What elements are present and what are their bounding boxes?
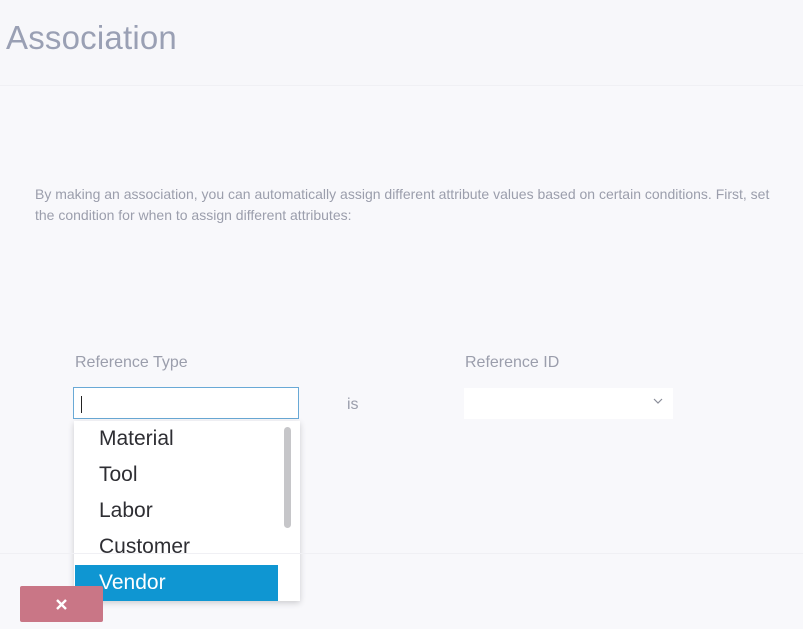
reference-type-dropdown[interactable]: Material Tool Labor Customer Vendor <box>74 421 300 601</box>
dropdown-option-labor[interactable]: Labor <box>75 493 278 529</box>
description-text: By making an association, you can automa… <box>35 186 770 223</box>
dropdown-option-customer[interactable]: Customer <box>75 529 278 565</box>
dropdown-option-vendor[interactable]: Vendor <box>75 565 278 601</box>
close-icon <box>56 598 67 610</box>
reference-type-label: Reference Type <box>75 354 188 371</box>
dropdown-scrollbar[interactable] <box>284 427 291 528</box>
cancel-button[interactable] <box>20 586 103 622</box>
reference-type-input[interactable] <box>73 387 299 419</box>
footer-divider <box>0 553 803 554</box>
chevron-down-icon <box>653 398 663 404</box>
page-title: Association <box>6 19 177 56</box>
page-header: Association <box>0 0 803 86</box>
reference-id-label: Reference ID <box>465 354 560 371</box>
dropdown-option-tool[interactable]: Tool <box>75 457 278 493</box>
dropdown-option-material[interactable]: Material <box>75 421 278 457</box>
text-caret <box>81 396 82 413</box>
operator-label: is <box>347 396 359 413</box>
association-page: Association By making an association, yo… <box>0 0 803 629</box>
reference-id-select[interactable] <box>464 388 673 419</box>
